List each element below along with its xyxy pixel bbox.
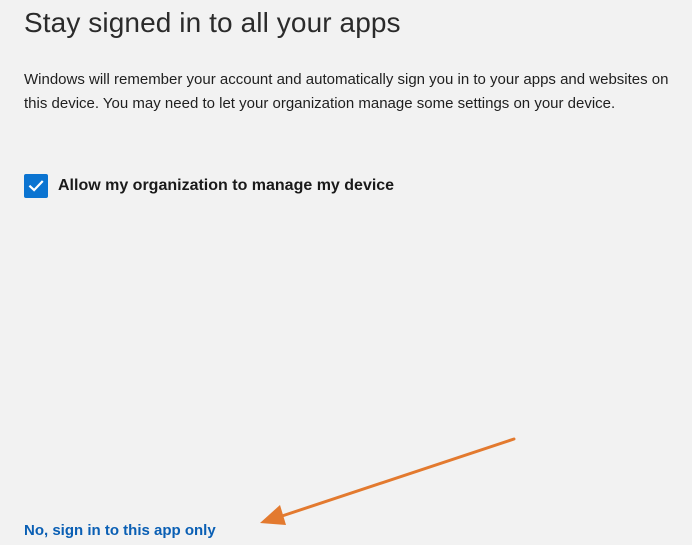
allow-organization-checkbox[interactable]: [24, 174, 48, 198]
allow-organization-manage-device-checkbox-row[interactable]: Allow my organization to manage my devic…: [24, 174, 394, 198]
sign-in-dialog: Stay signed in to all your apps Windows …: [0, 0, 692, 545]
sign-in-this-app-only-link[interactable]: No, sign in to this app only: [24, 522, 216, 539]
check-icon: [28, 180, 44, 192]
page-title: Stay signed in to all your apps: [24, 7, 401, 38]
description-text: Windows will remember your account and a…: [24, 71, 669, 112]
allow-organization-checkbox-label: Allow my organization to manage my devic…: [58, 177, 395, 194]
